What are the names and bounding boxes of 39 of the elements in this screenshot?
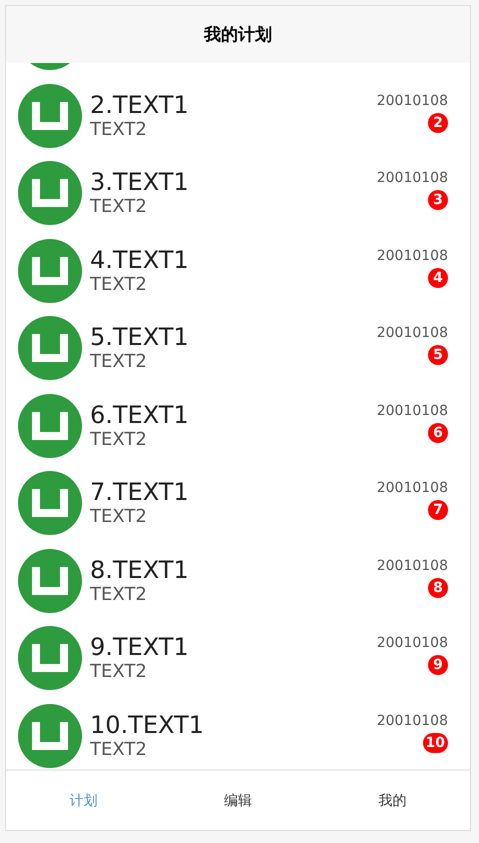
item-title: 9.TEXT1 (90, 633, 190, 662)
item-subtitle: TEXT2 (90, 274, 148, 296)
item-title: 7.TEXT1 (90, 478, 190, 506)
count-badge: 4 (428, 268, 448, 288)
count-badge: 5 (428, 345, 448, 366)
item-subtitle: TEXT2 (90, 506, 148, 528)
item-title: 4.TEXT1 (90, 246, 190, 274)
page-title: 我的计划 (204, 24, 272, 46)
item-subtitle: TEXT2 (90, 351, 148, 374)
item-date: 20010108 (376, 635, 448, 652)
item-title: 10.TEXT1 (90, 710, 205, 739)
item-date: 20010108 (376, 325, 448, 342)
item-title: 3.TEXT1 (90, 168, 190, 196)
item-title: 2.TEXT1 (90, 90, 190, 119)
count-badge: 6 (428, 422, 448, 443)
item-subtitle: TEXT2 (90, 196, 148, 218)
item-date: 20010108 (376, 402, 448, 419)
count-badge: 3 (428, 190, 448, 210)
item-title: 5.TEXT1 (90, 323, 190, 352)
item-date: 20010108 (376, 170, 448, 186)
item-subtitle: TEXT2 (90, 118, 148, 141)
item-date: 20010108 (376, 480, 448, 496)
item-date: 20010108 (376, 92, 448, 109)
item-subtitle: TEXT2 (90, 584, 148, 606)
item-date: 20010108 (376, 558, 448, 574)
item-title: 6.TEXT1 (90, 400, 190, 429)
item-subtitle: TEXT2 (90, 661, 148, 684)
item-title: 8.TEXT1 (90, 556, 190, 584)
item-date: 20010108 (376, 712, 448, 729)
count-badge: 10 (422, 732, 448, 753)
item-subtitle: TEXT2 (90, 738, 148, 761)
nav-tab[interactable]: 编辑 (224, 792, 252, 810)
nav-tab[interactable]: 我的 (378, 792, 407, 810)
count-badge: 2 (428, 112, 448, 133)
count-badge: 7 (428, 500, 448, 520)
item-date: 20010108 (376, 248, 448, 264)
count-badge: 8 (428, 578, 448, 598)
count-badge: 9 (428, 655, 448, 676)
item-subtitle: TEXT2 (90, 428, 148, 451)
